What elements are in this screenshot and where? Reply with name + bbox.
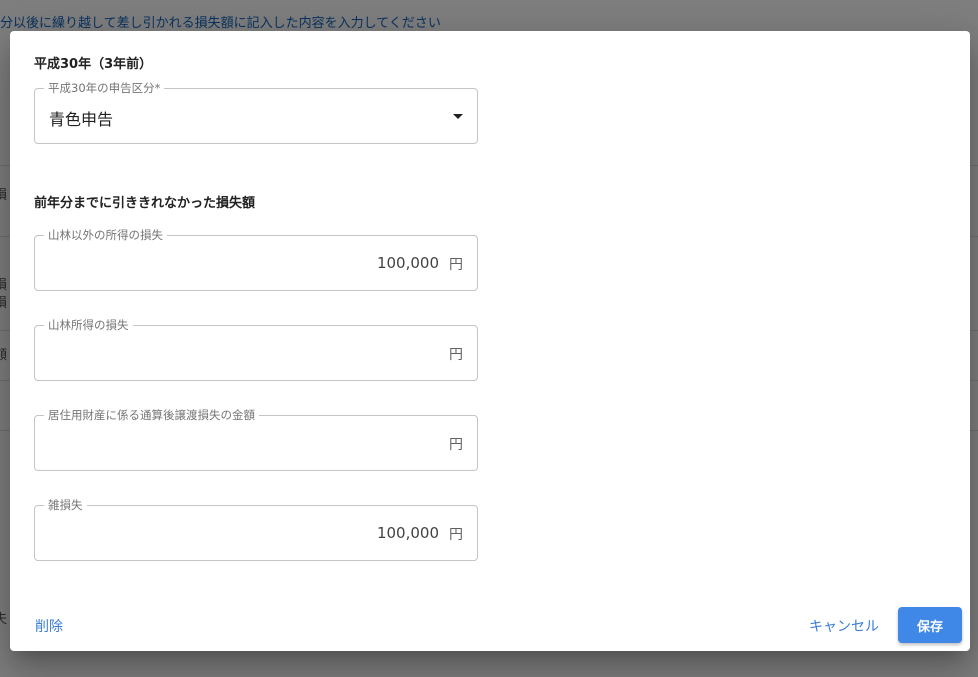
loss-heading: 前年分までに引ききれなかった損失額: [34, 196, 256, 211]
yen-unit: 円: [449, 437, 463, 453]
field-label: 山林以外の所得の損失: [44, 227, 167, 243]
save-button[interactable]: 保存: [898, 607, 962, 643]
delete-button[interactable]: 削除: [35, 616, 63, 636]
filing-type-value: 青色申告: [49, 110, 114, 129]
cancel-button[interactable]: キャンセル: [809, 616, 879, 636]
filing-type-select[interactable]: 平成30年の申告区分* 青色申告: [34, 80, 478, 144]
yen-unit: 円: [449, 347, 463, 363]
field-label: 雑損失: [44, 497, 87, 513]
year-heading: 平成30年（3年前）: [34, 57, 153, 72]
casualty-loss-field[interactable]: 雑損失 100,000 円: [34, 497, 478, 561]
yen-unit: 円: [449, 527, 463, 543]
forest-income-loss-field[interactable]: 山林所得の損失 円: [34, 317, 478, 381]
field-label: 居住用財産に係る通算後譲渡損失の金額: [44, 407, 259, 423]
field-value: 100,000: [376, 254, 439, 272]
non-forest-income-loss-field[interactable]: 山林以外の所得の損失 100,000 円: [34, 227, 478, 291]
filing-type-label: 平成30年の申告区分*: [44, 80, 165, 96]
field-value: 100,000: [376, 524, 439, 542]
field-label: 山林所得の損失: [44, 317, 133, 333]
loss-carryforward-dialog: 平成30年（3年前） 平成30年の申告区分* 青色申告 前年分までに引ききれなか…: [10, 31, 970, 651]
dropdown-arrow-icon: [453, 114, 463, 119]
yen-unit: 円: [449, 257, 463, 273]
residential-property-transfer-loss-field[interactable]: 居住用財産に係る通算後譲渡損失の金額 円: [34, 407, 478, 471]
